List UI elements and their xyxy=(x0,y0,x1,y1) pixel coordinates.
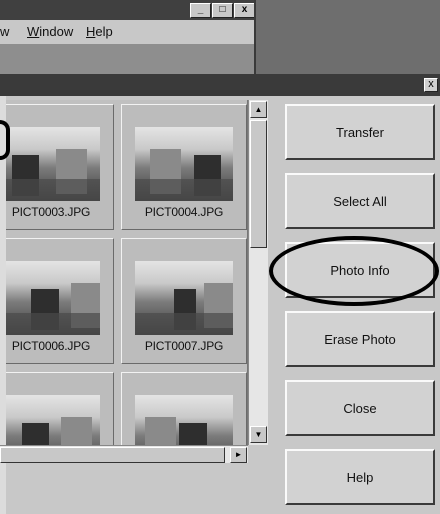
thumbnail-filename: PICT0004.JPG xyxy=(144,205,224,219)
thumbnail-filename: PICT0006.JPG xyxy=(11,339,91,353)
thumbnail-item[interactable]: PICT0004.JPG xyxy=(121,104,247,230)
background-side-panel xyxy=(254,0,440,74)
scroll-right-button[interactable]: ► xyxy=(230,447,247,463)
menu-bar: w Window Help xyxy=(0,20,254,44)
menu-item-window[interactable]: Window xyxy=(27,24,73,39)
menu-item-view-partial[interactable]: w xyxy=(0,24,9,39)
vertical-scrollbar[interactable]: ▲ ▼ xyxy=(248,100,268,445)
photo-thumbnail xyxy=(135,395,233,445)
photo-thumbnail xyxy=(2,395,100,445)
close-button[interactable]: Close xyxy=(285,380,435,436)
thumbnail-item[interactable] xyxy=(121,372,247,445)
maximize-button[interactable]: □ xyxy=(212,3,233,18)
menu-label-window: indow xyxy=(39,24,74,39)
dialog-title-bar: x xyxy=(0,74,440,96)
menu-item-help[interactable]: Help xyxy=(86,24,113,39)
photo-thumbnail xyxy=(135,127,233,201)
annotation-arc xyxy=(0,120,10,160)
scroll-thumb[interactable] xyxy=(250,120,267,248)
menu-label-help: elp xyxy=(95,24,113,39)
help-button[interactable]: Help xyxy=(285,449,435,505)
dialog-close-button[interactable]: x xyxy=(424,78,438,92)
thumbnail-item[interactable] xyxy=(0,372,114,445)
thumbnail-item[interactable]: PICT0006.JPG xyxy=(0,238,114,364)
background-window-body xyxy=(0,44,254,74)
menu-accel-h: H xyxy=(86,24,96,39)
scroll-down-button[interactable]: ▼ xyxy=(250,426,267,443)
window-controls: _ □ x xyxy=(190,3,255,18)
menu-accel-w: W xyxy=(27,24,40,39)
thumbnail-filename: PICT0003.JPG xyxy=(11,205,91,219)
minimize-button[interactable]: _ xyxy=(190,3,211,18)
transfer-button[interactable]: Transfer xyxy=(285,104,435,160)
photo-info-button[interactable]: Photo Info xyxy=(285,242,435,298)
background-title-bar: _ □ x xyxy=(0,0,255,20)
erase-photo-button[interactable]: Erase Photo xyxy=(285,311,435,367)
photo-thumbnail xyxy=(2,127,100,201)
photo-thumbnail xyxy=(2,261,100,335)
photo-thumbnail xyxy=(135,261,233,335)
scroll-up-button[interactable]: ▲ xyxy=(250,101,267,118)
thumbnail-filename: PICT0007.JPG xyxy=(144,339,224,353)
thumbnail-item[interactable]: PICT0003.JPG xyxy=(0,104,114,230)
close-window-button[interactable]: x xyxy=(234,3,255,18)
thumbnail-grid: PICT0003.JPG PICT0004.JPG PICT0006.JPG P… xyxy=(0,100,248,445)
select-all-button[interactable]: Select All xyxy=(285,173,435,229)
thumbnail-item[interactable]: PICT0007.JPG xyxy=(121,238,247,364)
horizontal-scroll-thumb[interactable] xyxy=(0,447,225,463)
horizontal-scrollbar[interactable]: ► xyxy=(0,445,248,463)
